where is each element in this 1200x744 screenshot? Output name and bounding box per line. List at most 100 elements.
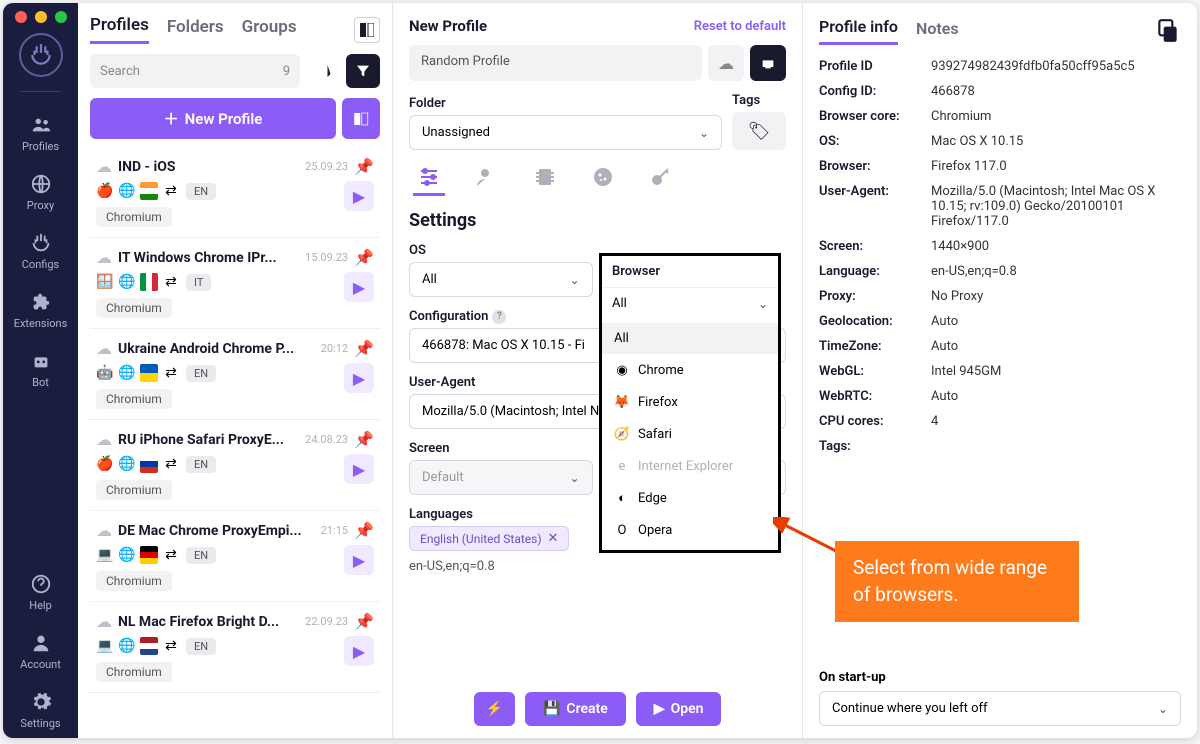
nav-settings[interactable]: Settings — [3, 683, 78, 738]
lang-badge: EN — [186, 638, 216, 655]
pin-icon[interactable]: 📌 — [354, 248, 374, 267]
remove-chip-icon[interactable]: ✕ — [548, 531, 559, 546]
play-button[interactable]: ▶ — [344, 272, 374, 302]
tab-folders[interactable]: Folders — [167, 17, 224, 43]
tags-button[interactable]: 🏷 — [732, 112, 786, 150]
window-controls — [15, 11, 67, 23]
screen-label: Screen — [409, 441, 593, 456]
folder-select[interactable]: Unassigned ⌄ — [409, 115, 722, 150]
tab-groups[interactable]: Groups — [242, 17, 297, 43]
play-button[interactable]: ▶ — [344, 181, 374, 211]
tab-profiles[interactable]: Profiles — [90, 15, 149, 44]
os-select[interactable]: All ⌄ — [409, 262, 593, 297]
layout-toggle[interactable] — [354, 17, 380, 43]
dropdown-item-chrome[interactable]: ◉Chrome — [602, 354, 778, 386]
info-row: Proxy:No Proxy — [819, 289, 1181, 304]
filter-button[interactable] — [346, 54, 380, 88]
dropdown-item-firefox[interactable]: 🦊Firefox — [602, 386, 778, 418]
settings-title: New Profile — [409, 17, 487, 35]
search-input[interactable]: Search 9 — [90, 54, 300, 88]
info-row: Geolocation:Auto — [819, 314, 1181, 329]
browser-icon: 🧭 — [614, 426, 630, 442]
dropdown-item-all[interactable]: All — [602, 323, 778, 354]
profile-item[interactable]: ☁ RU iPhone Safari ProxyE... 24.08.23 📌 … — [90, 420, 380, 511]
profile-date: 21:15 — [321, 524, 348, 537]
cloud-icon: ☁ — [96, 612, 112, 631]
info-key: Config ID: — [819, 84, 931, 99]
nav-profiles[interactable]: Profiles — [3, 106, 78, 161]
close-window[interactable] — [15, 11, 27, 23]
settings-heading: Settings — [409, 210, 786, 231]
pin-icon[interactable]: 📌 — [354, 157, 374, 176]
profile-item[interactable]: ☁ DE Mac Chrome ProxyEmpi... 21:15 📌 💻 🌐… — [90, 511, 380, 602]
minimize-window[interactable] — [35, 11, 47, 23]
play-icon: ▶ — [654, 701, 665, 717]
reset-link[interactable]: Reset to default — [694, 19, 786, 34]
profile-name: DE Mac Chrome ProxyEmpi... — [118, 523, 315, 539]
tab-notes[interactable]: Notes — [916, 19, 959, 44]
profile-item[interactable]: ☁ Ukraine Android Chrome P... 20:12 📌 🤖 … — [90, 329, 380, 420]
tab-key-icon[interactable] — [645, 164, 677, 196]
dropdown-item-internet-explorer: eInternet Explorer — [602, 450, 778, 482]
tab-general-icon[interactable] — [413, 164, 445, 196]
os-icon: 🤖 — [96, 364, 114, 382]
local-mode[interactable] — [750, 45, 786, 81]
browser-mini-icon: 🌐 — [118, 182, 136, 200]
lang-badge: IT — [186, 274, 211, 291]
browser-mini-icon: 🌐 — [118, 546, 136, 564]
browser-badge: Chromium — [96, 207, 172, 227]
info-key: Browser: — [819, 159, 931, 174]
pin-icon[interactable]: 📌 — [354, 521, 374, 540]
profile-date: 15.09.23 — [305, 251, 348, 264]
profile-item[interactable]: ☁ NL Mac Firefox Bright D... 22.09.23 📌 … — [90, 602, 380, 693]
info-row: Profile ID939274982439fdfb0fa50cff95a5c5 — [819, 59, 1181, 74]
sort-button[interactable] — [306, 54, 340, 88]
info-row: OS:Mac OS X 10.15 — [819, 134, 1181, 149]
tab-user-icon[interactable] — [471, 164, 503, 196]
info-val: Mozilla/5.0 (Macintosh; Intel Mac OS X 1… — [931, 184, 1181, 229]
pin-icon[interactable]: 📌 — [354, 612, 374, 631]
browser-badge: Chromium — [96, 662, 172, 682]
profile-item[interactable]: ☁ IT Windows Chrome IPr... 15.09.23 📌 🪟 … — [90, 238, 380, 329]
maximize-window[interactable] — [55, 11, 67, 23]
tab-profile-info[interactable]: Profile info — [819, 17, 898, 45]
tab-hardware-icon[interactable] — [529, 164, 561, 196]
play-button[interactable]: ▶ — [344, 636, 374, 666]
tab-cookies-icon[interactable] — [587, 164, 619, 196]
dropdown-item-edge[interactable]: ◐Edge — [602, 482, 778, 514]
profile-date: 25.09.23 — [305, 160, 348, 173]
language-chip[interactable]: English (United States) ✕ — [409, 526, 569, 551]
nav-bot[interactable]: Bot — [3, 342, 78, 397]
info-key: Language: — [819, 264, 931, 279]
folder-mode-button[interactable] — [342, 98, 380, 139]
nav-proxy[interactable]: Proxy — [3, 165, 78, 220]
create-button[interactable]: 💾 Create — [525, 692, 626, 726]
nav-help[interactable]: Help — [3, 565, 78, 620]
play-button[interactable]: ▶ — [344, 545, 374, 575]
nav-account[interactable]: Account — [3, 624, 78, 679]
profile-name-input[interactable]: Random Profile — [409, 45, 702, 81]
screen-select[interactable]: Default ⌄ — [409, 460, 593, 495]
play-button[interactable]: ▶ — [344, 454, 374, 484]
profile-item[interactable]: ☁ IND - iOS 25.09.23 📌 🍎 🌐 ⇄ EN Chromium… — [90, 147, 380, 238]
copy-button[interactable] — [1155, 18, 1181, 44]
new-profile-button[interactable]: ＋ New Profile — [90, 98, 336, 139]
app-sidebar: Profiles Proxy Configs Extensions Bot He… — [3, 3, 78, 738]
open-button[interactable]: ▶ Open — [636, 692, 722, 726]
quick-button[interactable]: ⚡ — [474, 692, 515, 726]
startup-select[interactable]: Continue where you left off ⌄ — [819, 691, 1181, 726]
pin-icon[interactable]: 📌 — [354, 430, 374, 449]
nav-configs[interactable]: Configs — [3, 224, 78, 279]
info-row: User-Agent:Mozilla/5.0 (Macintosh; Intel… — [819, 184, 1181, 229]
nav-extensions[interactable]: Extensions — [3, 283, 78, 338]
pin-icon[interactable]: 📌 — [354, 339, 374, 358]
play-button[interactable]: ▶ — [344, 363, 374, 393]
cloud-mode[interactable]: ☁ — [708, 45, 744, 81]
dropdown-item-safari[interactable]: 🧭Safari — [602, 418, 778, 450]
browser-badge: Chromium — [96, 298, 172, 318]
info-val: 1440×900 — [931, 239, 1181, 254]
annotation-arrow — [773, 517, 843, 557]
dropdown-item-opera[interactable]: OOpera — [602, 514, 778, 546]
info-column: Profile info Notes Profile ID93927498243… — [803, 3, 1197, 738]
browser-select-value[interactable]: All ⌄ — [602, 287, 778, 319]
